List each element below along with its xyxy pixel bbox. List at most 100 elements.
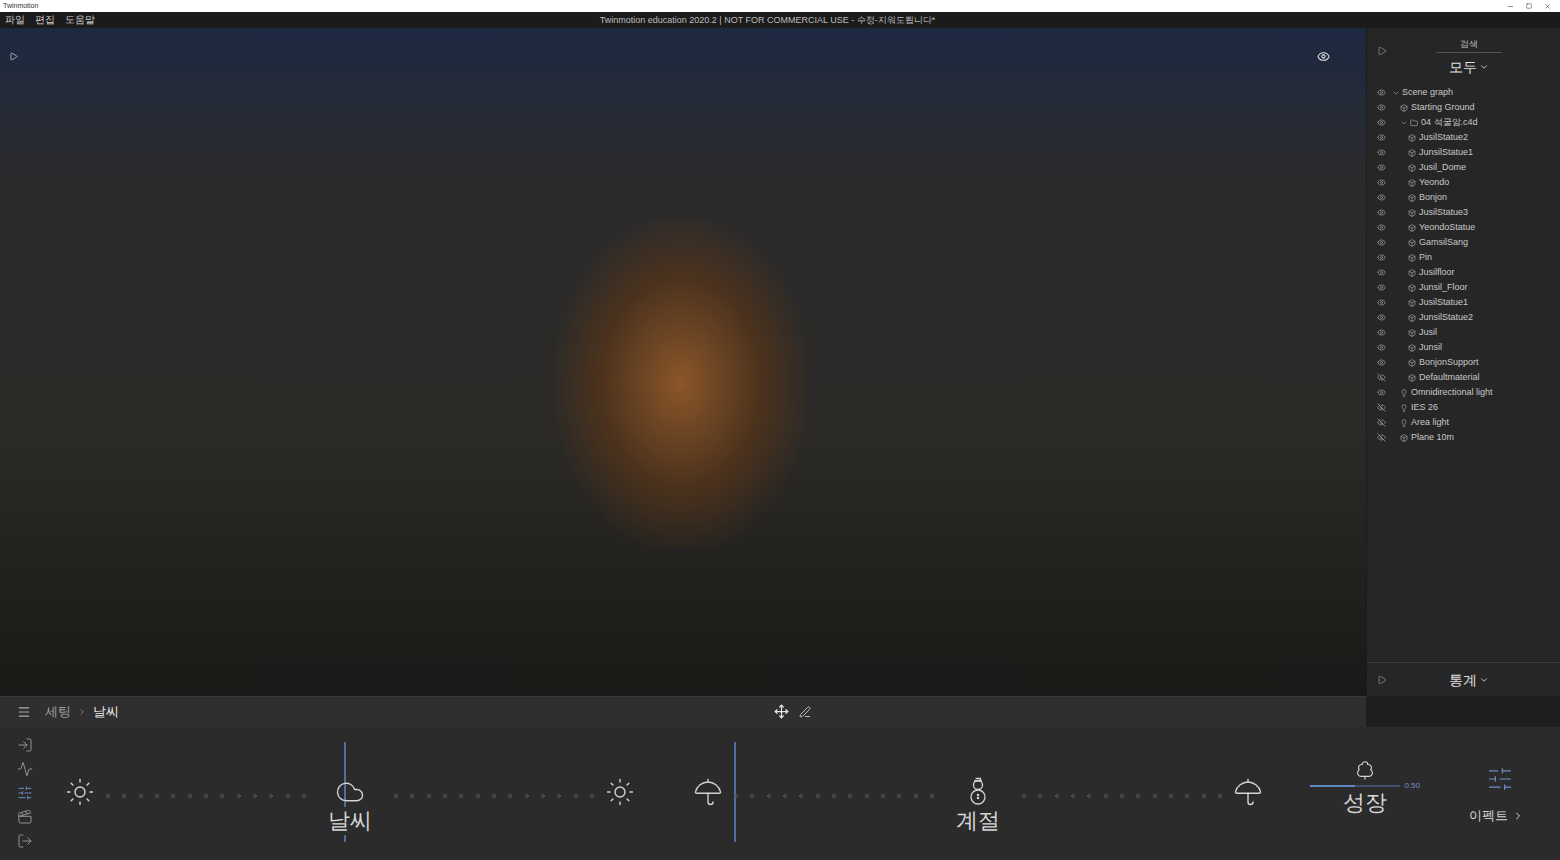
track-dot	[220, 794, 224, 798]
eye-icon[interactable]	[1377, 103, 1386, 112]
track-dot	[557, 794, 561, 798]
eye-closed-icon[interactable]	[1377, 418, 1386, 427]
eye-icon[interactable]	[1377, 208, 1386, 217]
light-icon	[1400, 389, 1408, 397]
scene-tree-row[interactable]: Bonjon	[1367, 190, 1560, 205]
scene-tree-row[interactable]: JusilStatue1	[1367, 295, 1560, 310]
scene-tree-row[interactable]: Starting Ground	[1367, 100, 1560, 115]
collapse-stats-icon[interactable]	[1377, 675, 1387, 685]
scene-tree-row[interactable]: Yeondo	[1367, 175, 1560, 190]
eye-icon[interactable]	[1377, 88, 1386, 97]
menu-item[interactable]: 파일	[5, 13, 25, 27]
scene-tree-row[interactable]: Defaultmaterial	[1367, 370, 1560, 385]
slider-track[interactable]	[726, 794, 942, 798]
track-dot	[106, 794, 110, 798]
eye-icon[interactable]	[1377, 388, 1386, 397]
scene-tree-row[interactable]: Scene graph	[1367, 85, 1560, 100]
slider-track[interactable]	[386, 794, 602, 798]
scene-tree-row[interactable]: IES 26	[1367, 400, 1560, 415]
track-dot	[1185, 794, 1189, 798]
eye-icon[interactable]	[1377, 223, 1386, 232]
scene-tree-label: YeondoStatue	[1419, 220, 1475, 235]
path-tool-icon[interactable]	[17, 761, 33, 777]
eye-icon[interactable]	[1377, 343, 1386, 352]
pen-icon[interactable]	[799, 706, 811, 718]
track-dot	[799, 794, 803, 798]
settings-tool-icon[interactable]	[17, 785, 33, 801]
scene-tree-row[interactable]: JusilStatue3	[1367, 205, 1560, 220]
effects-label: 이펙트	[1469, 807, 1508, 825]
eye-icon[interactable]	[1377, 133, 1386, 142]
scene-tree-row[interactable]: Jusil	[1367, 325, 1560, 340]
filter-dropdown[interactable]: 모두	[1449, 57, 1489, 77]
minimize-icon[interactable]	[1507, 3, 1514, 10]
menu-item[interactable]: 편집	[35, 13, 55, 27]
hamburger-icon[interactable]	[17, 705, 31, 719]
eye-closed-icon[interactable]	[1377, 403, 1386, 412]
object-icon	[1408, 374, 1416, 382]
import-tool-icon[interactable]	[17, 737, 33, 753]
eye-icon[interactable]	[1377, 193, 1386, 202]
scene-tree-row[interactable]: Plane 10m	[1367, 430, 1560, 445]
slider-track[interactable]	[98, 794, 314, 798]
expand-left-panel-icon[interactable]	[9, 52, 18, 61]
eye-icon[interactable]	[1377, 148, 1386, 157]
media-tool-icon[interactable]	[17, 809, 33, 825]
collapse-panel-icon[interactable]	[1377, 46, 1387, 56]
scene-tree-label: JusilStatue2	[1419, 130, 1468, 145]
breadcrumb-item[interactable]: 세팅	[45, 703, 71, 721]
scene-tree-row[interactable]: Jusilfloor	[1367, 265, 1560, 280]
breadcrumb-item[interactable]: 날씨	[93, 703, 119, 721]
scene-tree-label: JunsilStatue1	[1419, 145, 1473, 160]
eye-icon[interactable]	[1377, 328, 1386, 337]
move-icon[interactable]	[774, 704, 789, 719]
effects-button[interactable]: 이펙트	[1420, 727, 1560, 860]
scene-tree-row[interactable]: YeondoStatue	[1367, 220, 1560, 235]
eye-icon[interactable]	[1377, 253, 1386, 262]
eye-icon[interactable]	[1377, 238, 1386, 247]
slider-marker[interactable]	[734, 742, 736, 842]
scene-tree-row[interactable]: GamsilSang	[1367, 235, 1560, 250]
season-slider[interactable]: 계절	[690, 727, 1266, 860]
scene-tree-row[interactable]: Pin	[1367, 250, 1560, 265]
eye-icon[interactable]	[1377, 283, 1386, 292]
object-icon	[1408, 149, 1416, 157]
stats-footer[interactable]: 통계	[1367, 662, 1560, 696]
viewport-render[interactable]	[0, 28, 1366, 696]
eye-icon[interactable]	[1377, 358, 1386, 367]
scene-tree-row[interactable]: JunsilStatue1	[1367, 145, 1560, 160]
eye-closed-icon[interactable]	[1377, 373, 1386, 382]
maximize-icon[interactable]	[1526, 3, 1532, 9]
eye-icon[interactable]	[1317, 50, 1330, 63]
growth-slider[interactable]: 0.50성장	[1310, 727, 1420, 860]
scene-tree-row[interactable]: Junsil_Floor	[1367, 280, 1560, 295]
app-name: Twinmotion	[3, 1, 38, 11]
eye-closed-icon[interactable]	[1377, 433, 1386, 442]
eye-icon[interactable]	[1377, 163, 1386, 172]
weather-slider[interactable]: 날씨	[62, 727, 638, 860]
slider-label: 계절	[952, 807, 1004, 835]
scene-tree-row[interactable]: 04 석굴암.c4d	[1367, 115, 1560, 130]
tool-column	[0, 727, 50, 860]
expand-chevron-icon[interactable]	[1392, 89, 1400, 97]
close-icon[interactable]	[1544, 3, 1551, 10]
eye-icon[interactable]	[1377, 298, 1386, 307]
scene-tree-row[interactable]: Omnidirectional light	[1367, 385, 1560, 400]
cloud-icon	[335, 777, 365, 807]
scene-tree-row[interactable]: Junsil	[1367, 340, 1560, 355]
eye-icon[interactable]	[1377, 118, 1386, 127]
scene-tree-row[interactable]: Jusil_Dome	[1367, 160, 1560, 175]
eye-icon[interactable]	[1377, 178, 1386, 187]
menu-item[interactable]: 도움말	[65, 13, 95, 27]
scene-tree-row[interactable]: JusilStatue2	[1367, 130, 1560, 145]
growth-track[interactable]	[1310, 785, 1400, 787]
eye-icon[interactable]	[1377, 268, 1386, 277]
eye-icon[interactable]	[1377, 313, 1386, 322]
scene-tree-row[interactable]: Area light	[1367, 415, 1560, 430]
scene-tree-row[interactable]: JunsilStatue2	[1367, 310, 1560, 325]
slider-track[interactable]	[1014, 794, 1230, 798]
scene-tree-row[interactable]: BonjonSupport	[1367, 355, 1560, 370]
search-label[interactable]: 검색	[1436, 38, 1502, 53]
expand-chevron-icon[interactable]	[1400, 119, 1408, 127]
export-tool-icon[interactable]	[17, 833, 33, 849]
